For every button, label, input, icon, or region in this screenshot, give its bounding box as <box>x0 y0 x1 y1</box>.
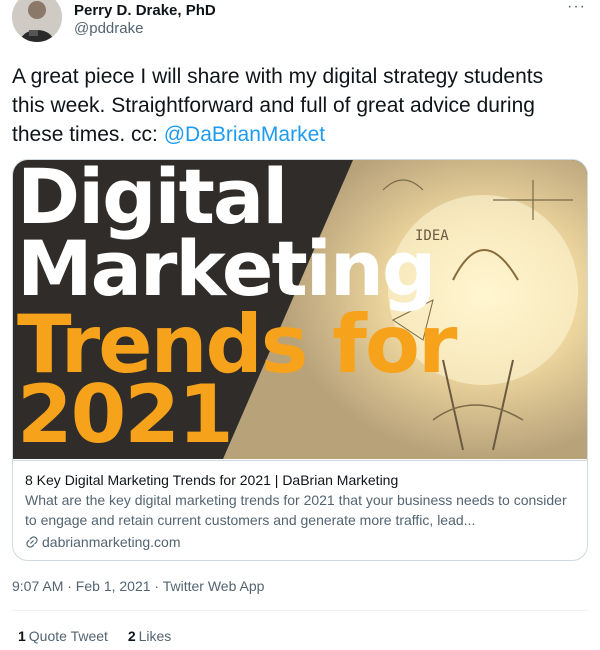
mention-link[interactable]: @DaBrianMarket <box>164 123 325 146</box>
card-domain-text: dabrianmarketing.com <box>42 534 181 550</box>
quote-tweet-stat[interactable]: 1 Quote Tweet <box>18 628 108 644</box>
card-image[interactable]: IDEA Digital Marketing Trends for 2021 <box>13 160 587 459</box>
quote-label: Quote Tweet <box>28 628 108 644</box>
more-icon[interactable]: ··· <box>567 0 586 16</box>
image-line-4: 2021 <box>17 368 234 459</box>
author-handle[interactable]: @pddrake <box>74 20 143 37</box>
avatar[interactable] <box>12 0 62 42</box>
link-icon <box>26 536 38 548</box>
tweet-timestamp[interactable]: 9:07 AM · Feb 1, 2021 · Twitter Web App <box>12 578 264 594</box>
like-count: 2 <box>127 628 136 644</box>
author-name[interactable]: Perry D. Drake, PhD <box>74 2 216 19</box>
link-card[interactable]: IDEA Digital Marketing Trends for 2021 8… <box>12 159 588 561</box>
card-domain[interactable]: dabrianmarketing.com <box>25 532 575 552</box>
like-label: Likes <box>138 628 172 644</box>
divider <box>12 610 588 611</box>
tweet-stats: 1 Quote Tweet 2 Likes <box>18 628 187 644</box>
card-info[interactable]: 8 Key Digital Marketing Trends for 2021 … <box>13 460 587 560</box>
tweet-text: A great piece I will share with my digit… <box>12 62 572 149</box>
card-title[interactable]: 8 Key Digital Marketing Trends for 2021 … <box>25 471 575 490</box>
card-description: What are the key digital marketing trend… <box>25 492 567 528</box>
quote-count: 1 <box>18 628 26 644</box>
likes-stat[interactable]: 2 Likes <box>128 628 171 644</box>
